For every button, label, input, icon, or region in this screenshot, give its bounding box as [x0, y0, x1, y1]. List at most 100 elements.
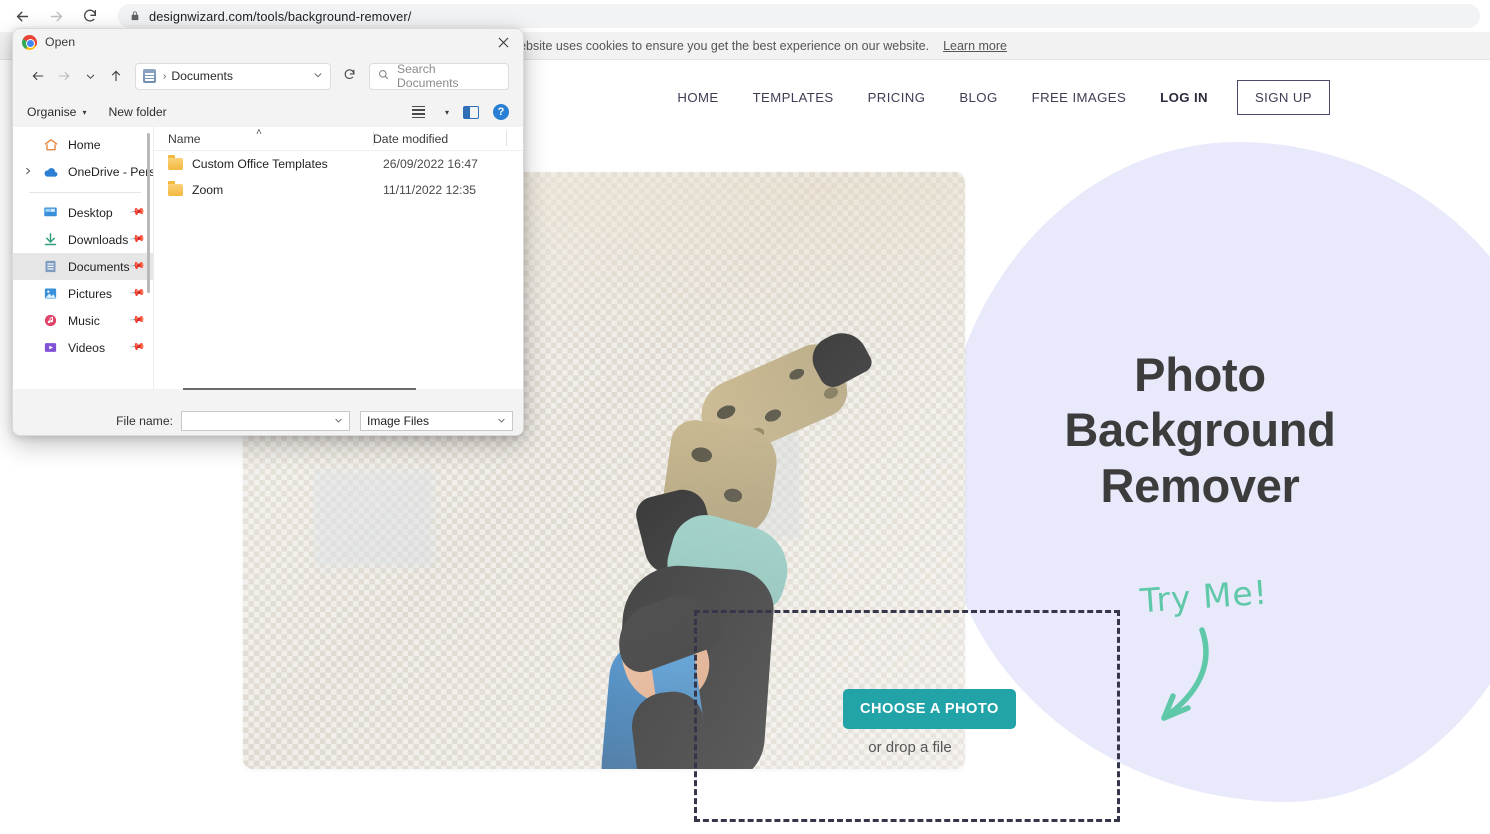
chrome-logo-icon — [22, 34, 37, 50]
choose-a-photo-button[interactable]: CHOOSE A PHOTO — [843, 689, 1016, 729]
hero-line-2: Background — [1064, 403, 1336, 457]
nav-link-templates[interactable]: TEMPLATES — [736, 90, 851, 105]
browser-forward-button[interactable] — [42, 2, 70, 30]
dialog-address-bar[interactable]: › Documents — [135, 62, 331, 90]
nav-link-pricing[interactable]: PRICING — [851, 90, 943, 105]
search-documents-input[interactable]: Search Documents — [369, 62, 509, 90]
nav-link-home[interactable]: HOME — [660, 90, 735, 105]
onedrive-cloud-icon — [43, 164, 59, 180]
toolbar-right-group: ▾ ? — [411, 104, 509, 120]
file-dropzone[interactable]: CHOOSE A PHOTO or drop a file — [694, 610, 1120, 822]
dialog-title-bar[interactable]: Open — [13, 29, 523, 55]
cookie-learn-more-link[interactable]: Learn more — [943, 39, 1007, 53]
sidebar-item-home[interactable]: Home — [13, 131, 153, 158]
dialog-toolbar: Organise ▾ New folder ▾ ? — [13, 97, 523, 127]
sidebar-item-downloads[interactable]: Downloads 📌 — [13, 226, 153, 253]
arrow-left-icon — [32, 71, 44, 81]
page-title: Photo Background Remover — [1000, 347, 1400, 513]
pin-icon[interactable]: 📌 — [128, 204, 145, 220]
sidebar-label: Downloads — [68, 232, 129, 247]
sidebar-label: Home — [68, 137, 101, 152]
chevron-right-icon[interactable] — [24, 167, 32, 177]
sign-up-button[interactable]: SIGN UP — [1236, 80, 1330, 115]
pin-icon[interactable]: 📌 — [128, 231, 145, 247]
documents-folder-icon — [143, 69, 156, 83]
open-file-dialog: Open › Documents Search Documents Organi… — [12, 28, 524, 436]
column-divider — [373, 131, 374, 146]
dialog-navigation-row: › Documents Search Documents — [13, 55, 523, 97]
drop-file-hint: or drop a file — [868, 739, 952, 756]
column-header-date-modified[interactable]: Date modified — [373, 132, 523, 146]
sort-ascending-icon: ˄ — [256, 126, 262, 138]
file-name: Custom Office Templates — [192, 157, 328, 171]
arrow-up-icon — [111, 70, 121, 82]
address-bar[interactable]: designwizard.com/tools/background-remove… — [118, 4, 1480, 28]
sidebar-item-onedrive[interactable]: OneDrive - Personal — [13, 158, 153, 185]
dialog-close-button[interactable] — [483, 29, 523, 55]
column-label: Name — [168, 131, 201, 146]
downloads-icon — [43, 232, 59, 248]
chevron-down-icon[interactable] — [497, 416, 506, 427]
list-view-icon[interactable] — [411, 105, 425, 119]
hero-line-1: Photo — [1134, 348, 1266, 401]
organise-button[interactable]: Organise ▾ — [27, 105, 86, 119]
pin-icon[interactable]: 📌 — [128, 285, 145, 301]
chevron-down-icon: ▾ — [82, 107, 87, 117]
search-placeholder: Search Documents — [397, 62, 459, 90]
column-divider — [506, 131, 507, 146]
sidebar-scrollbar[interactable] — [147, 133, 150, 293]
organise-label: Organise — [27, 105, 77, 119]
dialog-refresh-button[interactable] — [339, 68, 359, 84]
chevron-down-icon — [86, 74, 94, 79]
chevron-down-icon[interactable] — [313, 70, 323, 83]
horizontal-scrollbar[interactable] — [183, 388, 416, 390]
file-name-input[interactable] — [181, 411, 350, 431]
nav-link-log-in[interactable]: LOG IN — [1143, 90, 1225, 105]
table-row[interactable]: Custom Office Templates 26/09/2022 16:47 — [154, 151, 523, 177]
sidebar-item-music[interactable]: Music 📌 — [13, 307, 153, 334]
file-name: Zoom — [192, 183, 224, 197]
new-folder-button[interactable]: New folder — [108, 105, 166, 119]
dialog-up-button[interactable] — [103, 63, 129, 89]
music-icon — [43, 313, 59, 329]
nav-link-blog[interactable]: BLOG — [942, 90, 1014, 105]
arrow-right-icon — [50, 11, 62, 21]
sidebar-item-videos[interactable]: Videos 📌 — [13, 334, 153, 361]
new-folder-label: New folder — [108, 105, 167, 119]
sidebar-item-desktop[interactable]: Desktop 📌 — [13, 199, 153, 226]
table-row[interactable]: Zoom 11/11/2022 12:35 — [154, 177, 523, 203]
lock-icon — [130, 10, 140, 22]
dialog-back-button[interactable] — [25, 63, 51, 89]
view-options-chevron-down-icon[interactable]: ▾ — [445, 108, 449, 117]
chevron-down-icon[interactable] — [334, 416, 343, 427]
file-list-pane: Name ˄ Date modified Custom Office Templ… — [154, 127, 523, 389]
dialog-forward-button[interactable] — [51, 63, 77, 89]
preview-pane-icon[interactable] — [463, 105, 479, 119]
hero-line-3: Remover — [1100, 458, 1300, 512]
file-type-select[interactable]: Image Files — [360, 411, 513, 431]
browser-reload-button[interactable] — [76, 2, 104, 30]
pin-icon[interactable]: 📌 — [128, 312, 145, 328]
nav-link-free-images[interactable]: FREE IMAGES — [1015, 90, 1144, 105]
pin-icon[interactable]: 📌 — [128, 339, 145, 355]
cookie-message: This website uses cookies to ensure you … — [482, 38, 930, 53]
sidebar-label: OneDrive - Personal — [68, 164, 154, 179]
arrow-right-icon — [58, 71, 70, 81]
desktop-icon — [43, 205, 59, 221]
sidebar-label: Music — [68, 313, 100, 328]
file-name-label: File name: — [116, 414, 173, 428]
refresh-icon — [344, 69, 354, 80]
help-icon[interactable]: ? — [493, 104, 509, 120]
browser-back-button[interactable] — [8, 2, 36, 30]
file-date: 11/11/2022 12:35 — [383, 183, 477, 197]
sidebar-item-pictures[interactable]: Pictures 📌 — [13, 280, 153, 307]
dialog-recent-locations-button[interactable] — [77, 63, 103, 89]
pin-icon[interactable]: 📌 — [128, 258, 145, 274]
home-icon — [43, 137, 59, 153]
column-header-name[interactable]: Name ˄ — [168, 127, 373, 146]
sidebar-item-documents[interactable]: Documents 📌 — [13, 253, 153, 280]
main-navigation: HOME TEMPLATES PRICING BLOG FREE IMAGES … — [660, 80, 1330, 115]
file-list-header: Name ˄ Date modified — [154, 127, 523, 151]
close-icon — [498, 37, 508, 47]
videos-icon — [43, 340, 59, 356]
